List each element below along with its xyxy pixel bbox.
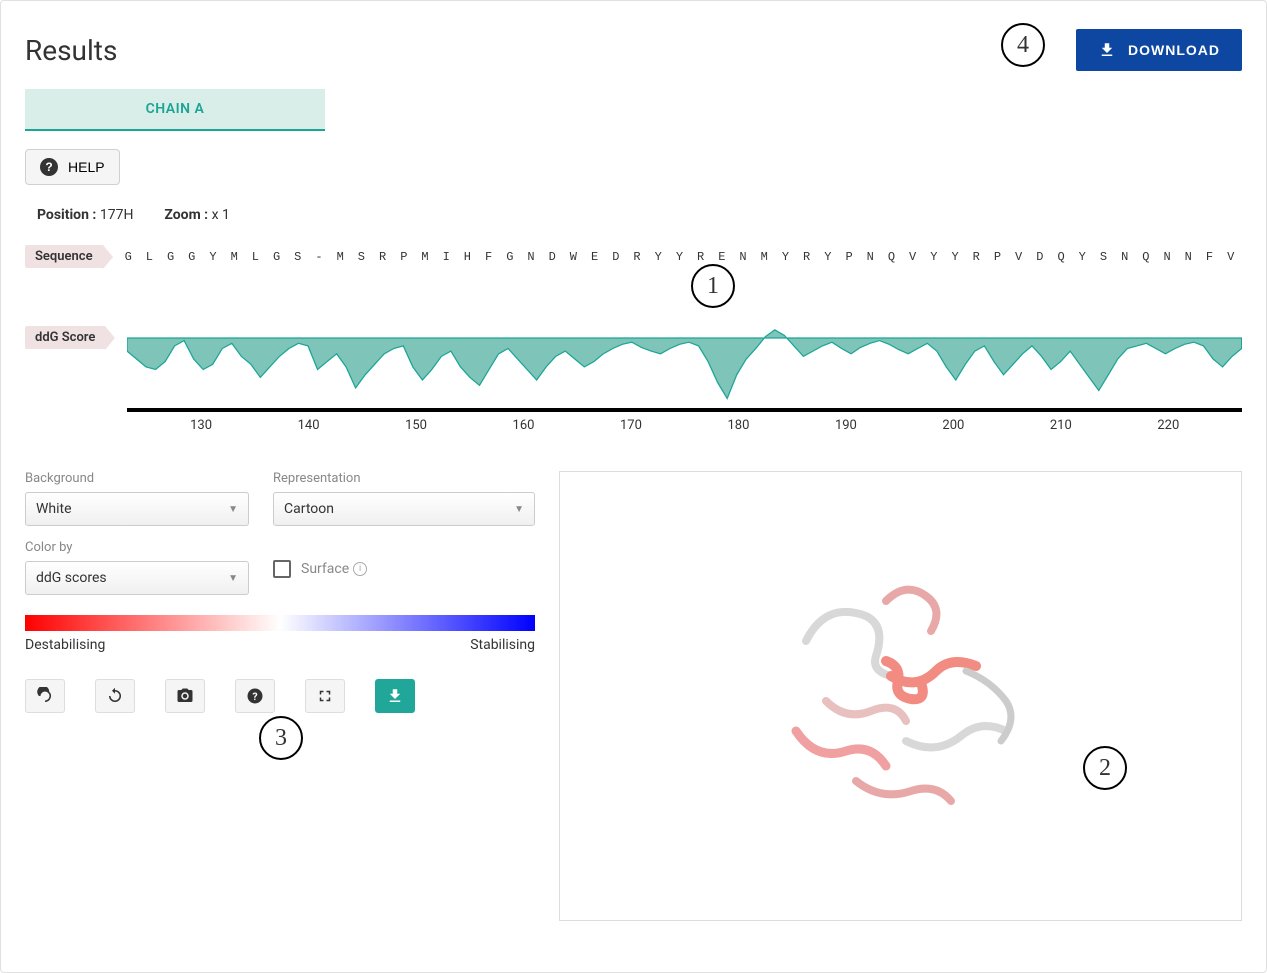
- sync-button[interactable]: [95, 679, 135, 713]
- representation-label: Representation: [273, 471, 535, 486]
- position-zoom-info: Position : 177H Zoom : x 1: [25, 207, 1242, 223]
- help-button[interactable]: ? HELP: [25, 149, 120, 185]
- x-tick: 140: [255, 418, 362, 433]
- surface-checkbox[interactable]: [273, 560, 291, 578]
- download-icon: [386, 687, 404, 705]
- camera-icon: [176, 687, 194, 705]
- download-button[interactable]: DOWNLOAD: [1076, 29, 1242, 71]
- svg-text:?: ?: [252, 690, 257, 703]
- rotate-icon: [36, 687, 54, 705]
- gradient-right-label: Stabilising: [470, 637, 535, 653]
- x-tick: 200: [900, 418, 1007, 433]
- download-icon: [1098, 41, 1116, 59]
- info-icon[interactable]: i: [353, 562, 367, 576]
- screenshot-button[interactable]: [165, 679, 205, 713]
- fullscreen-button[interactable]: [305, 679, 345, 713]
- sequence-label: Sequence: [25, 245, 103, 268]
- x-tick: 160: [470, 418, 577, 433]
- protein-structure: [726, 521, 1076, 871]
- chevron-down-icon: ▼: [514, 504, 524, 515]
- x-tick: 170: [577, 418, 684, 433]
- representation-dropdown[interactable]: Cartoon ▼: [273, 492, 535, 526]
- annotation-2: 2: [1083, 746, 1127, 790]
- background-dropdown[interactable]: White ▼: [25, 492, 249, 526]
- x-tick: 180: [685, 418, 792, 433]
- background-label: Background: [25, 471, 249, 486]
- tab-chain-a[interactable]: CHAIN A: [25, 89, 325, 131]
- question-icon: ?: [246, 687, 264, 705]
- chevron-down-icon: ▼: [228, 573, 238, 584]
- color-gradient: [25, 615, 535, 631]
- sync-icon: [106, 687, 124, 705]
- question-icon: ?: [40, 158, 58, 176]
- colorby-label: Color by: [25, 540, 249, 555]
- x-tick: 130: [147, 418, 254, 433]
- x-tick: 190: [792, 418, 899, 433]
- page-title: Results: [25, 34, 117, 67]
- annotation-1: 1: [691, 264, 735, 308]
- surface-label: Surface i: [301, 561, 367, 577]
- annotation-4: 4: [1001, 23, 1045, 67]
- colorby-dropdown[interactable]: ddG scores ▼: [25, 561, 249, 595]
- x-tick: 220: [1115, 418, 1222, 433]
- chevron-down-icon: ▼: [228, 504, 238, 515]
- viewer-help-button[interactable]: ?: [235, 679, 275, 713]
- structure-viewer[interactable]: [559, 471, 1242, 921]
- x-tick: 150: [362, 418, 469, 433]
- viewer-download-button[interactable]: [375, 679, 415, 713]
- ddg-score-label: ddG Score: [25, 326, 105, 349]
- reset-button[interactable]: [25, 679, 65, 713]
- fullscreen-icon: [316, 687, 334, 705]
- annotation-3: 3: [259, 716, 303, 760]
- ddg-chart: 130140150160170180190200210220: [127, 326, 1242, 433]
- sequence-text: G L G G Y M L G S - M S R P M I H F G N …: [125, 250, 1242, 264]
- x-tick: 210: [1007, 418, 1114, 433]
- gradient-left-label: Destabilising: [25, 637, 105, 653]
